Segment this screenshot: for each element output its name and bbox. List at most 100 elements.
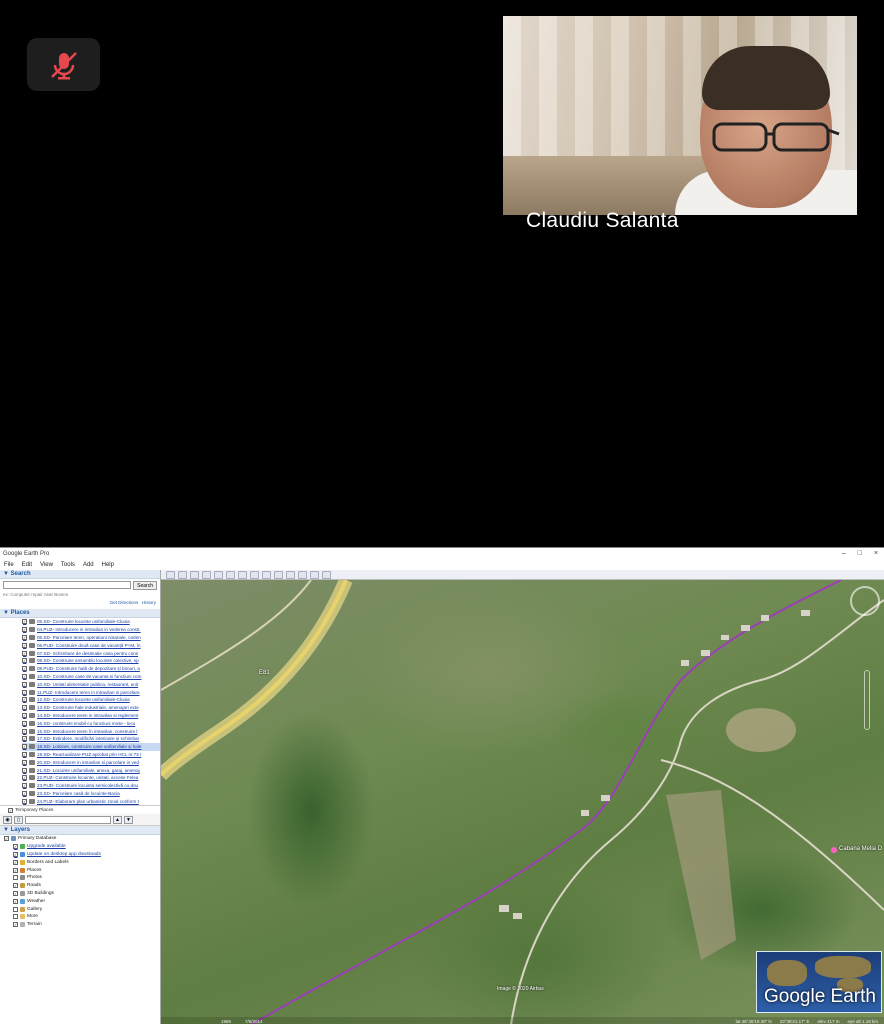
search-panel-header[interactable]: ▼ Search xyxy=(0,570,160,579)
email-button[interactable] xyxy=(286,570,295,579)
layer-checkbox[interactable]: ✓ xyxy=(13,890,18,896)
place-checkbox[interactable]: ✓ xyxy=(22,666,27,672)
place-checkbox[interactable]: ✓ xyxy=(22,634,27,640)
move-down-button[interactable]: ▼ xyxy=(124,815,133,824)
place-item[interactable]: ✓ 04.PUZ- Introducere in intravilan in ve… xyxy=(22,626,160,634)
place-checkbox[interactable]: ✓ xyxy=(22,790,27,796)
layer-checkbox[interactable]: ✓ xyxy=(13,883,18,889)
place-checkbox[interactable]: ✓ xyxy=(22,642,27,648)
place-item[interactable]: ✓ 07.SD- Schimbare de destinatie casa pen… xyxy=(22,649,160,657)
layer-item[interactable]: ✓ Places xyxy=(4,866,160,874)
layer-checkbox[interactable]: ✓ xyxy=(13,859,18,865)
place-item[interactable]: ✓ 18.SD- Lotizare, construire case unifam… xyxy=(22,742,160,751)
place-checkbox[interactable]: ✓ xyxy=(22,751,27,757)
ruler-button[interactable] xyxy=(274,570,283,579)
place-item[interactable]: ✓ 10.SD- Construire case de vacanta si fu… xyxy=(22,673,160,681)
search-input[interactable] xyxy=(3,581,132,589)
planets-button[interactable] xyxy=(262,570,271,579)
layer-checkbox[interactable]: ✓ xyxy=(13,898,18,904)
place-checkbox[interactable]: ✓ xyxy=(22,728,27,734)
history-link[interactable]: History xyxy=(142,600,156,605)
temporary-places-checkbox[interactable]: ✓ xyxy=(8,807,13,813)
place-item[interactable]: ✓ 10.SD- Unitati alimentatie publica, res… xyxy=(22,680,160,688)
place-item[interactable]: ✓ 14.SD- Introducere teren in intravilan … xyxy=(22,712,160,720)
place-checkbox[interactable]: ✓ xyxy=(22,705,27,711)
place-item[interactable]: ✓ 19.SD- Reactualizare PUZ aprobat prin H… xyxy=(22,751,160,759)
menu-add[interactable]: Add xyxy=(83,562,94,568)
place-checkbox[interactable]: ✓ xyxy=(22,712,27,718)
microphone-muted-button[interactable] xyxy=(27,38,100,91)
add-placemark-button[interactable] xyxy=(178,570,187,579)
place-checkbox[interactable]: ✓ xyxy=(22,720,27,726)
place-checkbox[interactable]: ✓ xyxy=(22,627,27,633)
print-button[interactable] xyxy=(298,570,307,579)
move-up-button[interactable]: ▲ xyxy=(113,815,122,824)
place-checkbox[interactable]: ✓ xyxy=(22,736,27,742)
menu-help[interactable]: Help xyxy=(102,562,114,568)
historical-imagery-button[interactable] xyxy=(238,570,247,579)
place-item[interactable]: ✓ 16.SD- construire imobil cu functiuni m… xyxy=(22,719,160,727)
place-item[interactable]: ✓ 08.SD- Construire ansamblu locuinte col… xyxy=(22,657,160,665)
layer-checkbox[interactable]: ✓ xyxy=(13,851,18,857)
place-checkbox[interactable]: ✓ xyxy=(22,697,27,703)
place-item[interactable]: ✓ 12.SD- Construire locuinte unifamiliale… xyxy=(22,696,160,704)
close-button[interactable]: × xyxy=(874,550,878,557)
place-checkbox[interactable]: ✓ xyxy=(22,767,27,773)
place-item[interactable]: ✓ 11.PUZ- Introducere teren in intravilan… xyxy=(22,688,160,696)
place-checkbox[interactable]: ✓ xyxy=(22,798,27,804)
places-panel-header[interactable]: ▼ Places xyxy=(0,609,160,618)
globe-toggle-button[interactable]: ◉ xyxy=(3,815,12,824)
place-item[interactable]: ✓ 09.PUD- Construire hală de depozitare ș… xyxy=(22,665,160,673)
layer-item[interactable]: More xyxy=(4,913,160,921)
layer-checkbox[interactable]: ✓ xyxy=(13,867,18,873)
layer-item[interactable]: Photos xyxy=(4,874,160,882)
layer-item[interactable]: ✓ Upgrade available xyxy=(4,843,160,851)
layer-checkbox[interactable] xyxy=(13,875,18,881)
place-item[interactable]: ✓ 23.SD- Parcelare casă de locuinte-Bacia xyxy=(22,790,160,798)
place-checkbox[interactable]: ✓ xyxy=(22,650,27,656)
layer-item[interactable]: ✓ Update on desktop app downloads xyxy=(4,851,160,859)
save-image-button[interactable] xyxy=(310,570,319,579)
layer-checkbox[interactable] xyxy=(13,914,18,920)
temporary-places[interactable]: ✓ Temporary Places xyxy=(0,806,160,814)
record-tour-button[interactable] xyxy=(226,570,235,579)
layer-item[interactable]: ✓ Weather xyxy=(4,897,160,905)
navigation-compass[interactable] xyxy=(850,586,880,616)
place-item[interactable]: ✓ 15.SD- Introducere teren în intravilan,… xyxy=(22,727,160,735)
zoom-slider[interactable] xyxy=(864,670,870,730)
menu-file[interactable]: File xyxy=(4,562,14,568)
search-button[interactable]: Search xyxy=(133,581,157,590)
place-item[interactable]: ✓ 24.PUZ- Elaborare plan urbanistic zonal… xyxy=(22,797,160,805)
view-in-maps-button[interactable] xyxy=(322,570,331,579)
layer-item[interactable]: ✓ Terrain xyxy=(4,921,160,929)
place-item[interactable]: ✓ 23.PUD- Construire locuinta semicolecti… xyxy=(22,782,160,790)
place-checkbox[interactable]: ✓ xyxy=(22,658,27,664)
layer-checkbox[interactable]: ✓ xyxy=(13,844,18,850)
layer-checkbox[interactable]: ✓ xyxy=(4,836,9,842)
add-polygon-button[interactable] xyxy=(190,570,199,579)
sunlight-button[interactable] xyxy=(250,570,259,579)
places-filter-input[interactable] xyxy=(25,815,111,824)
place-checkbox[interactable]: ✓ xyxy=(22,673,27,679)
satellite-map-view[interactable]: E81 Cabana Melia D Image © 2020 Airbus G… xyxy=(161,580,884,1024)
get-directions-link[interactable]: Get Directions xyxy=(110,600,139,605)
place-item[interactable]: ✓ 13.SD- Construire hale industriale, ame… xyxy=(22,704,160,712)
place-checkbox[interactable]: ✓ xyxy=(22,744,27,750)
place-item[interactable]: ✓ 06.PUD- Construire două case de vacanță… xyxy=(22,641,160,649)
sidebar-toggle-button[interactable]: ▯ xyxy=(14,815,23,824)
place-checkbox[interactable]: ✓ xyxy=(22,759,27,765)
place-checkbox[interactable]: ✓ xyxy=(22,681,27,687)
maximize-button[interactable]: □ xyxy=(858,550,862,557)
place-item[interactable]: ✓ 05.SD- Construire locuinte unifamiliale… xyxy=(22,618,160,626)
place-checkbox[interactable]: ✓ xyxy=(22,619,27,625)
place-item[interactable]: ✓ 21.SD- Locuinte unifamiliale, anexa, ga… xyxy=(22,766,160,774)
place-checkbox[interactable]: ✓ xyxy=(22,783,27,789)
hide-sidebar-button[interactable] xyxy=(166,570,175,579)
image-overlay-button[interactable] xyxy=(214,570,223,579)
layer-item[interactable]: Gallery xyxy=(4,905,160,913)
place-item[interactable]: ✓ 20.SD- Introducere in intravilan si par… xyxy=(22,758,160,766)
menu-tools[interactable]: Tools xyxy=(61,562,75,568)
menu-view[interactable]: View xyxy=(40,562,53,568)
layers-panel-header[interactable]: ▼ Layers xyxy=(0,826,160,835)
layer-checkbox[interactable]: ✓ xyxy=(13,922,18,928)
